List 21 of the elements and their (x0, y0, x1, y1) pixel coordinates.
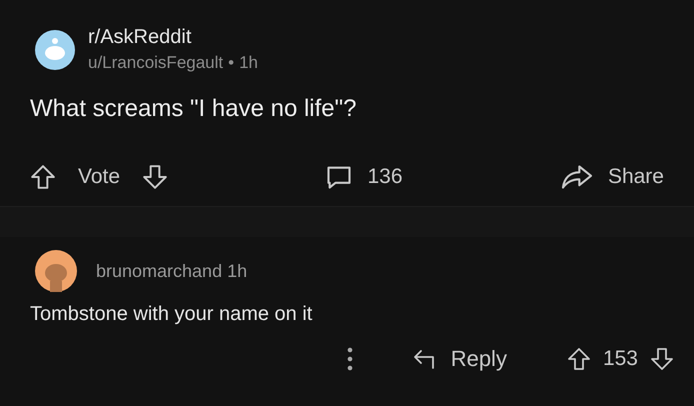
post-title: What screams "I have no life"? (30, 95, 358, 123)
upvote-icon[interactable] (30, 164, 56, 190)
subreddit-avatar-icon (34, 28, 76, 70)
post-author[interactable]: u/LrancoisFegault (88, 53, 224, 73)
vote-label: Vote (78, 165, 120, 189)
comment-text: Tombstone with your name on it (30, 303, 314, 326)
reply-button[interactable]: Reply (412, 346, 507, 372)
downvote-icon[interactable] (650, 347, 674, 371)
more-options-icon[interactable] (346, 347, 353, 371)
user-avatar-icon (34, 249, 78, 293)
subreddit-name[interactable]: r/AskReddit (88, 26, 258, 49)
post-age: 1h (239, 53, 258, 73)
comment-age: 1h (227, 260, 248, 280)
upvote-icon[interactable] (566, 347, 591, 371)
comments-button[interactable]: 136 (325, 163, 403, 191)
comment-author[interactable]: brunomarchand (96, 260, 222, 280)
share-button[interactable]: Share (560, 163, 664, 191)
share-icon[interactable] (560, 163, 594, 191)
comment-score: 153 (602, 347, 638, 371)
separator-dot: • (228, 53, 234, 73)
downvote-icon[interactable] (142, 164, 168, 190)
